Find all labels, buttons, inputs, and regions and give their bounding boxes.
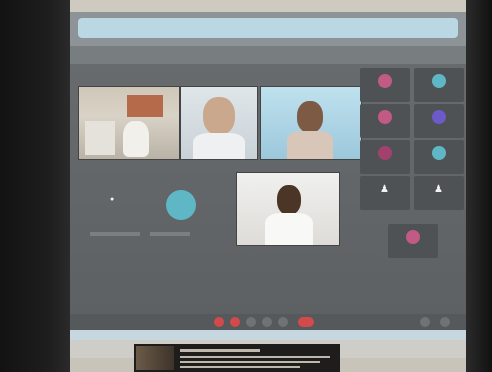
monitor-bezel-right [466, 0, 492, 372]
monitor-bezel-left [0, 0, 70, 372]
meeting-controls [70, 314, 466, 330]
participant-tile[interactable] [360, 68, 410, 102]
participant-tile[interactable] [360, 104, 410, 138]
user-icon: ♟ [380, 184, 389, 195]
camera-icon[interactable] [230, 317, 240, 327]
people-icon[interactable] [420, 317, 430, 327]
person-body [265, 213, 313, 245]
present-icon[interactable] [246, 317, 256, 327]
caption-photo [136, 346, 174, 370]
meeting-toolbar [70, 46, 466, 64]
caption-line [180, 356, 330, 358]
participant-video-tile[interactable] [180, 86, 258, 160]
hand-icon[interactable] [262, 317, 272, 327]
participant-avatar [406, 230, 420, 244]
participant-tile[interactable] [360, 140, 410, 174]
video-grid: ● ♟ ♟ [70, 64, 466, 314]
caption-line [180, 366, 300, 368]
person-body [287, 131, 333, 159]
person-body [193, 133, 245, 159]
monitor-top-edge [70, 0, 466, 12]
participant-avatar[interactable] [166, 190, 196, 220]
window-shape [127, 95, 163, 117]
user-icon: ♟ [434, 184, 443, 195]
participant-tile[interactable]: ♟ [414, 176, 464, 210]
status-bar [70, 330, 466, 340]
caption-line [180, 361, 320, 363]
participant-name-bar [90, 232, 140, 236]
participant-name-bar [150, 232, 190, 236]
browser-header [70, 12, 466, 46]
participant-video-tile[interactable] [78, 86, 180, 160]
participant-avatar [432, 74, 446, 88]
participant-avatar [378, 74, 392, 88]
participant-avatar [432, 110, 446, 124]
more-icon[interactable] [278, 317, 288, 327]
participant-tile[interactable] [414, 68, 464, 102]
participant-tile[interactable] [414, 140, 464, 174]
person-face [203, 97, 235, 135]
mic-icon[interactable] [214, 317, 224, 327]
participant-avatar [432, 146, 446, 160]
cabinet-shape [85, 121, 115, 155]
participant-video-tile[interactable] [236, 172, 340, 246]
chat-icon[interactable] [440, 317, 450, 327]
monitor-screen: ● ♟ ♟ [70, 12, 466, 358]
end-call-icon[interactable] [298, 317, 314, 327]
person-figure [123, 121, 149, 157]
caption-line [180, 349, 260, 352]
participant-tile[interactable] [388, 224, 438, 258]
newspaper-caption [134, 344, 340, 372]
person-face [297, 101, 323, 133]
participant-tile[interactable] [414, 104, 464, 138]
person-face [277, 185, 301, 215]
participant-video-tile[interactable] [260, 86, 362, 160]
participant-tile[interactable]: ♟ [360, 176, 410, 210]
address-bar[interactable] [78, 18, 458, 38]
participant-avatar [378, 110, 392, 124]
participant-tile-icon: ● [110, 196, 115, 203]
participant-avatar [378, 146, 392, 160]
